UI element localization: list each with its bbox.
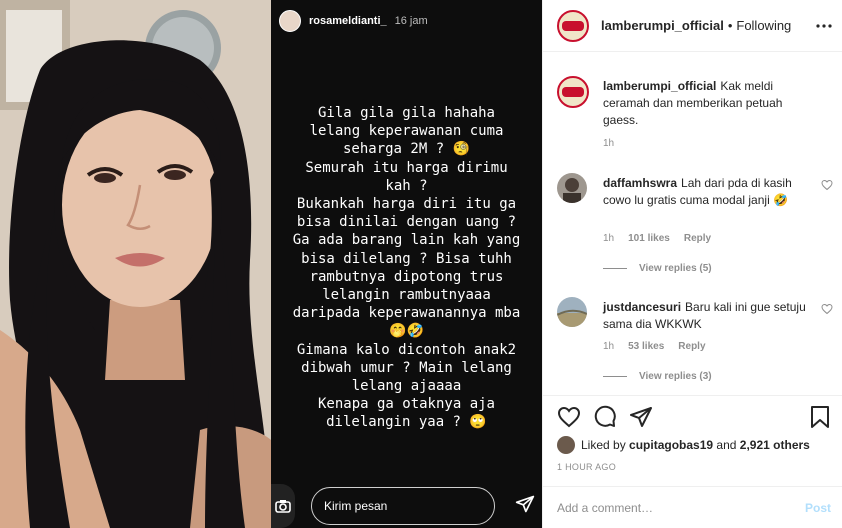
story-line: bisa dilelang ? Bisa tuhh (301, 250, 512, 267)
story-avatar (279, 10, 301, 32)
separator-dot: • (727, 18, 733, 33)
post-button[interactable]: Post (805, 501, 831, 515)
view-replies-label: View replies (3) (639, 371, 712, 382)
story-header: rosameldianti_ 16 jam (271, 8, 542, 34)
liked-by-prefix: Liked by (581, 438, 626, 452)
story-line: 🤭🤣 (389, 323, 424, 340)
story-line: Kenapa ga otaknya aja (317, 396, 495, 413)
comment-meta: 1h 53 likes Reply (603, 341, 706, 352)
comment-likes[interactable]: 101 likes (628, 233, 670, 244)
story-line: dilelangin yaa ? 🙄 (326, 414, 487, 431)
reply-button[interactable]: Reply (678, 341, 705, 352)
commenter-avatar[interactable] (557, 297, 587, 327)
story-username: rosameldianti_ (309, 15, 387, 27)
view-replies-label: View replies (5) (639, 263, 712, 274)
post-panel: lamberumpi_official • Following lamberum… (542, 0, 842, 528)
replies-line (603, 376, 627, 377)
story-line: lelang ajaaaa (351, 378, 462, 395)
post-media[interactable]: rosameldianti_ 16 jam Gila gila gila hah… (0, 0, 542, 528)
post-header: lamberumpi_official • Following (543, 0, 842, 52)
story-line: Gimana kalo dicontoh anak2 (296, 341, 517, 358)
story-line: lelang keperawanan cuma (309, 123, 504, 140)
story-line: bisa dinilai dengan uang ? (296, 214, 517, 231)
add-comment-bar: Add a comment… Post (543, 486, 842, 528)
comment-username[interactable]: justdancesuri (603, 300, 681, 314)
liked-by-and: and (716, 438, 737, 452)
camera-icon (271, 484, 295, 528)
story-line: kah ? (385, 177, 428, 194)
caption-text: lamberumpi_official Kak meldi ceramah dan… (603, 78, 813, 129)
replies-line (603, 268, 627, 269)
selfie-photo (0, 0, 271, 528)
account-name[interactable]: lamberumpi_official (601, 18, 724, 33)
story-line: Bukankah harga diri itu ga (296, 196, 517, 213)
reply-button[interactable]: Reply (684, 233, 711, 244)
add-comment-input[interactable]: Add a comment… (557, 501, 653, 515)
caption-avatar[interactable] (557, 76, 589, 108)
caption-username[interactable]: lamberumpi_official (603, 79, 716, 93)
action-bar (543, 395, 842, 435)
comment-time[interactable]: 1h (603, 233, 614, 244)
selfie-illustration (0, 0, 271, 528)
story-line: lelangin rambutnyaaa (322, 287, 491, 304)
account-avatar[interactable] (557, 9, 589, 42)
story-line: seharga 2M ? 🧐 (342, 141, 470, 158)
story-reply-field: Kirim pesan (311, 487, 495, 525)
comment-icon[interactable] (593, 405, 617, 429)
story-line: dibwah umur ? Main lelang (301, 359, 512, 376)
liked-by-user[interactable]: cupitagobas19 (629, 438, 713, 452)
story-footer: Kirim pesan (271, 484, 542, 528)
send-icon (515, 495, 535, 513)
liker-avatar[interactable] (557, 436, 575, 454)
liked-by: Liked by cupitagobas19 and 2,921 others (557, 435, 810, 455)
post-time[interactable]: 1 HOUR AGO (557, 462, 616, 472)
story-screenshot: rosameldianti_ 16 jam Gila gila gila hah… (271, 0, 542, 528)
bookmark-icon[interactable] (809, 405, 831, 429)
story-text: Gila gila gila hahaha lelang keperawanan… (271, 104, 542, 432)
story-time: 16 jam (394, 15, 428, 27)
view-replies-button[interactable]: View replies (3) (603, 371, 712, 382)
story-line: Gila gila gila hahaha (317, 105, 495, 121)
following-button[interactable]: Following (736, 18, 791, 33)
comment-meta: 1h 101 likes Reply (603, 233, 711, 244)
view-replies-button[interactable]: View replies (5) (603, 263, 712, 274)
comment-text: justdancesuri Baru kali ini gue setuju sa… (603, 299, 813, 333)
caption-time[interactable]: 1h (603, 138, 614, 149)
story-line: rambutnya dipotong trus (309, 268, 504, 285)
comment-text: daffamhswra Lah dari pda di kasih cowo lu… (603, 175, 813, 209)
liked-by-others[interactable]: 2,921 others (740, 438, 810, 452)
story-line: Ga ada barang lain kah yang (292, 232, 521, 249)
story-line: Semurah itu harga dirimu (305, 159, 508, 176)
comment-time[interactable]: 1h (603, 341, 614, 352)
share-icon[interactable] (629, 405, 653, 429)
comments-list[interactable]: lamberumpi_official Kak meldi ceramah dan… (543, 52, 842, 395)
more-icon[interactable] (815, 17, 833, 35)
heart-icon[interactable] (821, 303, 833, 315)
comment-username[interactable]: daffamhswra (603, 176, 677, 190)
caption-meta: 1h (603, 138, 614, 149)
story-line: daripada keperawanannya mba (292, 305, 521, 322)
commenter-avatar[interactable] (557, 173, 587, 203)
heart-icon[interactable] (821, 179, 833, 191)
comment-likes[interactable]: 53 likes (628, 341, 664, 352)
heart-icon[interactable] (557, 405, 581, 429)
